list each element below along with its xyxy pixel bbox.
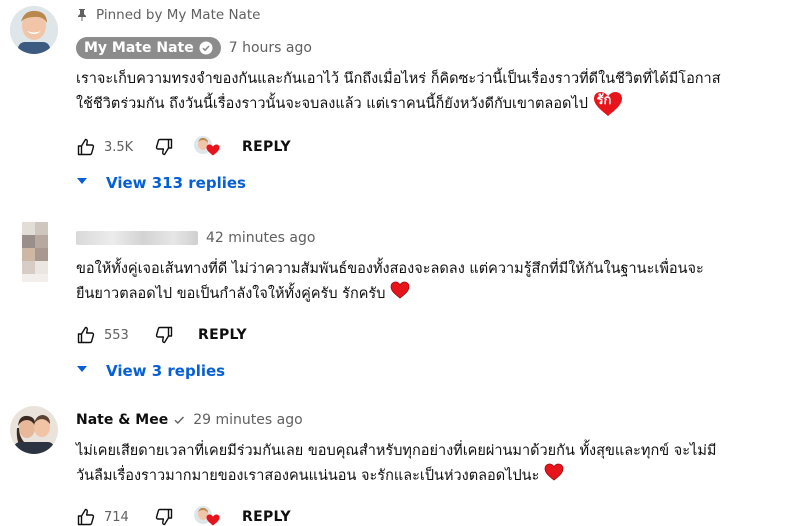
avatar[interactable] bbox=[10, 406, 58, 454]
author-name[interactable]: My Mate Nate bbox=[84, 40, 194, 56]
author-name-blurred[interactable] bbox=[76, 231, 198, 245]
like-count: 553 bbox=[104, 327, 129, 343]
heart-emoji-text: รัก bbox=[596, 93, 612, 108]
comment-time[interactable]: 7 hours ago bbox=[229, 40, 312, 56]
view-replies-label[interactable]: View 313 replies bbox=[106, 174, 246, 192]
avatar[interactable] bbox=[22, 222, 48, 282]
chevron-down-icon bbox=[76, 363, 92, 379]
comment-text: เราจะเก็บความทรงจำของกันและกันเอาไว้ นึก… bbox=[76, 67, 794, 117]
view-replies-button[interactable]: View 3 replies bbox=[76, 355, 794, 387]
view-replies-button[interactable]: View 313 replies bbox=[76, 167, 794, 199]
like-count: 714 bbox=[104, 509, 129, 525]
like-icon[interactable] bbox=[76, 507, 96, 526]
comment: Nate & Mee 29 minutes ago ไม่เคยเสียดายเ… bbox=[0, 398, 800, 526]
verified-icon bbox=[199, 41, 213, 55]
comment-time[interactable]: 42 minutes ago bbox=[206, 230, 315, 246]
heart-emoji bbox=[544, 463, 564, 489]
pin-icon bbox=[76, 7, 88, 23]
like-icon[interactable] bbox=[76, 325, 96, 345]
comment-text-line2: ยืนยาวตลอดไป ขอเป็นกำลังใจให้ทั้งคู่ครับ… bbox=[76, 286, 386, 302]
dislike-icon[interactable] bbox=[154, 325, 174, 345]
heart-icon bbox=[206, 511, 220, 526]
comment-text-line2: ใช้ชีวิตร่วมกัน ถึงวันนี้เรื่องราวนั้นจะ… bbox=[76, 96, 588, 112]
author-name[interactable]: Nate & Mee bbox=[76, 412, 168, 428]
comment-text-line1: ขอให้ทั้งคู่เจอเส้นทางที่ดี ไม่ว่าความสั… bbox=[76, 261, 704, 277]
reply-button[interactable]: REPLY bbox=[242, 509, 291, 525]
verified-icon bbox=[173, 414, 185, 426]
comment-text-line2: วันลืมเรื่องราวมากมายของเราสองคนแน่นอน จ… bbox=[76, 468, 540, 484]
creator-heart bbox=[194, 135, 220, 160]
creator-heart bbox=[194, 505, 220, 526]
comment-text-line1: เราจะเก็บความทรงจำของกันและกันเอาไว้ นึก… bbox=[76, 71, 721, 87]
like-count: 3.5K bbox=[104, 139, 134, 155]
comment-text: ไม่เคยเสียดายเวลาที่เคยมีร่วมกันเลย ขอบค… bbox=[76, 439, 794, 489]
heart-icon bbox=[206, 141, 220, 160]
chevron-down-icon bbox=[76, 175, 92, 191]
author-chip[interactable]: My Mate Nate bbox=[76, 37, 221, 59]
reply-button[interactable]: REPLY bbox=[198, 327, 247, 343]
heart-emoji bbox=[390, 281, 410, 307]
comment-pinned: Pinned by My Mate Nate My Mate Nate 7 ho… bbox=[0, 0, 800, 200]
like-icon[interactable] bbox=[76, 137, 96, 157]
avatar[interactable] bbox=[10, 6, 58, 54]
heart-emoji: รัก bbox=[593, 91, 623, 117]
view-replies-label[interactable]: View 3 replies bbox=[106, 362, 225, 380]
comment: 42 minutes ago ขอให้ทั้งคู่เจอเส้นทางที่… bbox=[0, 212, 800, 387]
pinned-text: Pinned by My Mate Nate bbox=[96, 7, 261, 23]
dislike-icon[interactable] bbox=[154, 507, 174, 526]
comment-time[interactable]: 29 minutes ago bbox=[193, 412, 302, 428]
reply-button[interactable]: REPLY bbox=[242, 139, 291, 155]
comment-text-line1: ไม่เคยเสียดายเวลาที่เคยมีร่วมกันเลย ขอบค… bbox=[76, 443, 717, 459]
comment-text: ขอให้ทั้งคู่เจอเส้นทางที่ดี ไม่ว่าความสั… bbox=[76, 257, 794, 307]
pinned-label: Pinned by My Mate Nate bbox=[76, 4, 794, 26]
dislike-icon[interactable] bbox=[154, 137, 174, 157]
